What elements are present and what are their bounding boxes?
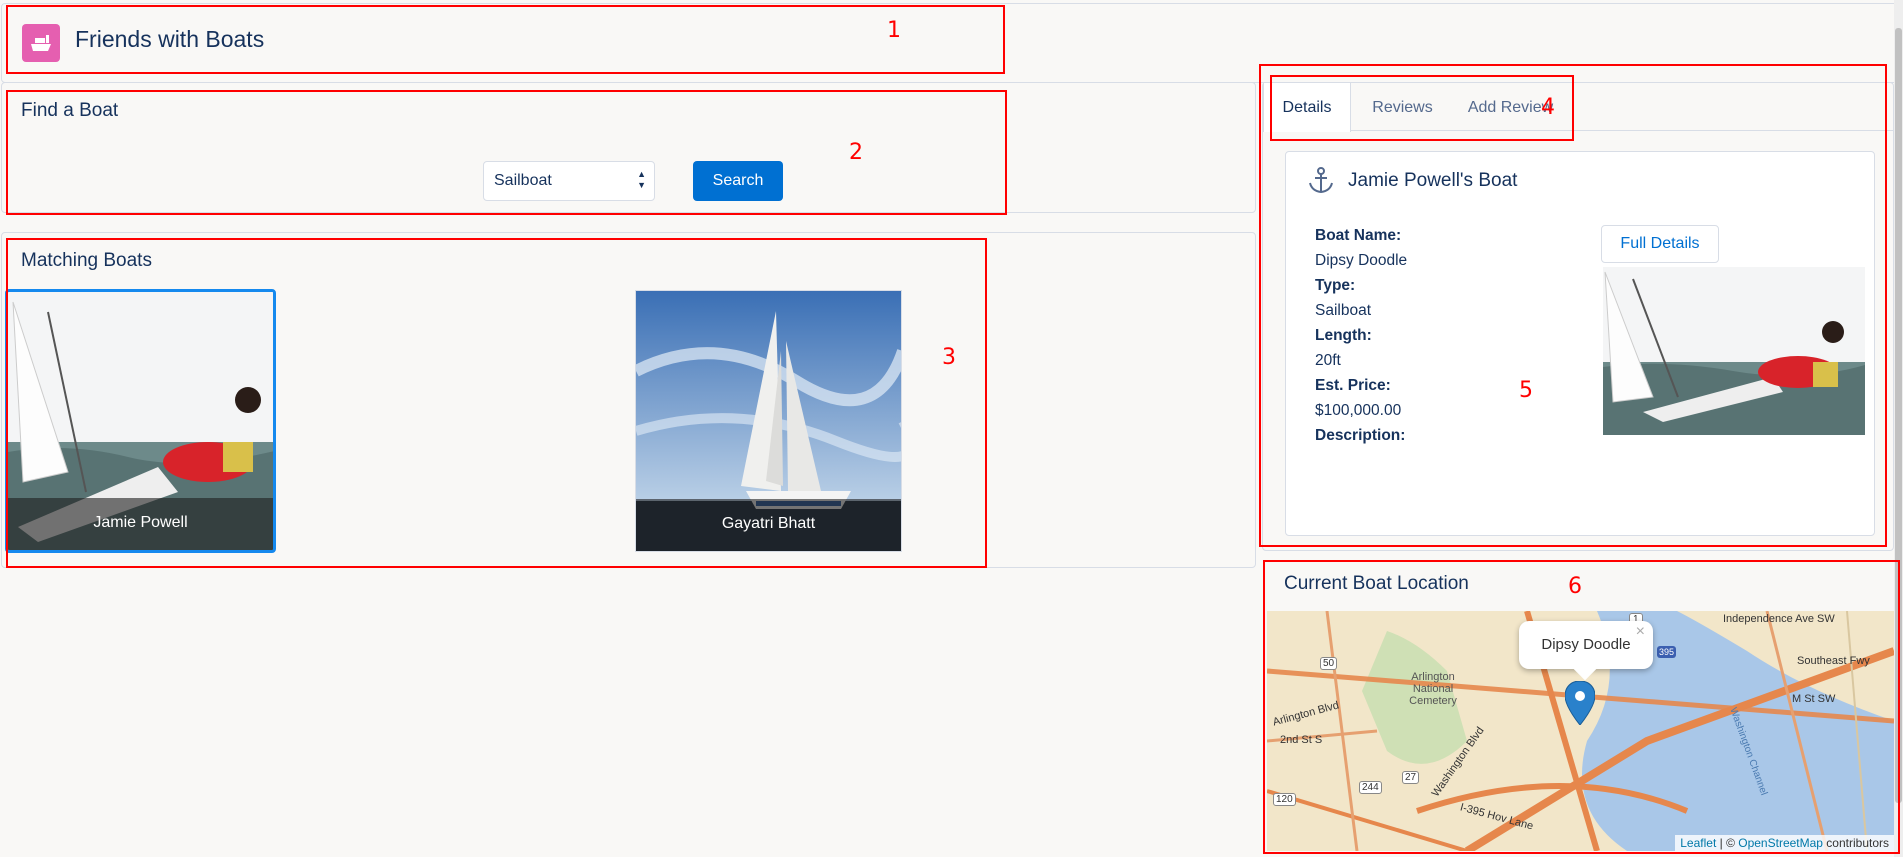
map-attribution: Leaflet | © OpenStreetMap contributors xyxy=(1675,835,1894,851)
boat-detail-title: Jamie Powell's Boat xyxy=(1348,170,1518,191)
boat-app-icon xyxy=(22,24,60,62)
page-scrollbar[interactable] xyxy=(1894,0,1903,857)
map-label-southeast: Southeast Fwy xyxy=(1797,655,1870,667)
popup-close-icon[interactable]: × xyxy=(1636,623,1645,641)
annotation-number-2: 2 xyxy=(849,140,863,165)
details-tabs: Details Reviews Add Review xyxy=(1263,83,1893,132)
tab-details[interactable]: Details xyxy=(1263,83,1351,132)
attribution-suffix: contributors xyxy=(1822,836,1889,850)
find-boat-card: Find a Boat Sailboat ▲ ▼ Search xyxy=(1,82,1256,213)
map-route-50: 50 xyxy=(1320,657,1338,670)
search-button[interactable]: Search xyxy=(693,161,783,201)
boat-detail-image xyxy=(1603,267,1865,435)
map-marker-icon[interactable] xyxy=(1565,681,1595,725)
annotation-number-3: 3 xyxy=(942,345,956,370)
app-header: Friends with Boats xyxy=(1,3,1899,83)
attribution-separator: | © xyxy=(1716,836,1739,850)
map-route-27: 27 xyxy=(1402,771,1420,784)
annotation-number-6: 6 xyxy=(1568,574,1582,599)
annotation-number-1: 1 xyxy=(887,18,901,43)
boat-type-selected: Sailboat xyxy=(494,172,552,189)
boat-price-label: Est. Price: xyxy=(1315,377,1391,394)
boat-description-label: Description: xyxy=(1315,427,1406,444)
boat-detail-panel: Jamie Powell's Boat Boat Name: Dipsy Doo… xyxy=(1285,151,1875,536)
boat-length-label: Length: xyxy=(1315,327,1372,344)
annotation-number-5: 5 xyxy=(1519,378,1533,403)
map-route-395: 395 xyxy=(1657,646,1677,658)
boat-type-value: Sailboat xyxy=(1315,301,1372,319)
boat-map[interactable]: Arlington National Cemetery Independence… xyxy=(1267,611,1894,851)
tab-reviews[interactable]: Reviews xyxy=(1355,83,1450,131)
find-boat-title: Find a Boat xyxy=(21,100,119,121)
leaflet-link[interactable]: Leaflet xyxy=(1680,836,1716,850)
matching-boats-card: Matching Boats Jamie Powell Gayatri Bhat… xyxy=(1,232,1256,568)
anchor-icon xyxy=(1309,167,1333,194)
map-route-244: 244 xyxy=(1359,781,1382,794)
boat-location-title: Current Boat Location xyxy=(1284,573,1469,594)
boat-price-value: $100,000.00 xyxy=(1315,401,1402,419)
matching-boats-title: Matching Boats xyxy=(21,250,152,271)
map-popup-label: Dipsy Doodle xyxy=(1541,636,1631,653)
map-label-independence: Independence Ave SW xyxy=(1723,613,1835,625)
app-title: Friends with Boats xyxy=(75,26,265,52)
boat-tile-jamie[interactable]: Jamie Powell xyxy=(5,289,276,553)
boat-owner-label: Gayatri Bhatt xyxy=(636,499,901,551)
osm-link[interactable]: OpenStreetMap xyxy=(1738,836,1823,850)
boat-type-label: Type: xyxy=(1315,277,1356,294)
map-label-2nd-st: 2nd St S xyxy=(1280,734,1323,746)
map-label-cemetery: Arlington National Cemetery xyxy=(1409,671,1457,707)
map-route-120: 120 xyxy=(1273,793,1296,806)
boat-tile-gayatri[interactable]: Gayatri Bhatt xyxy=(635,290,902,552)
boat-name-value: Dipsy Doodle xyxy=(1315,251,1408,269)
boat-length-value: 20ft xyxy=(1315,351,1341,369)
select-arrows-icon: ▲ ▼ xyxy=(637,169,646,190)
map-popup: Dipsy Doodle × xyxy=(1519,621,1653,681)
boat-name-label: Boat Name: xyxy=(1315,227,1402,244)
scrollbar-thumb[interactable] xyxy=(1895,28,1902,803)
boat-location-card: Current Boat Location Arlington National… xyxy=(1262,560,1894,853)
boat-type-select[interactable]: Sailboat ▲ ▼ xyxy=(483,161,655,201)
boat-details-card: Details Reviews Add Review Jamie Powell'… xyxy=(1262,82,1894,551)
annotation-number-4: 4 xyxy=(1541,95,1555,120)
boat-field-list: Boat Name: Dipsy Doodle Type: Sailboat L… xyxy=(1315,224,1407,450)
map-label-msw: M St SW xyxy=(1792,693,1836,705)
full-details-button[interactable]: Full Details xyxy=(1601,225,1719,263)
boat-owner-label: Jamie Powell xyxy=(8,498,273,550)
